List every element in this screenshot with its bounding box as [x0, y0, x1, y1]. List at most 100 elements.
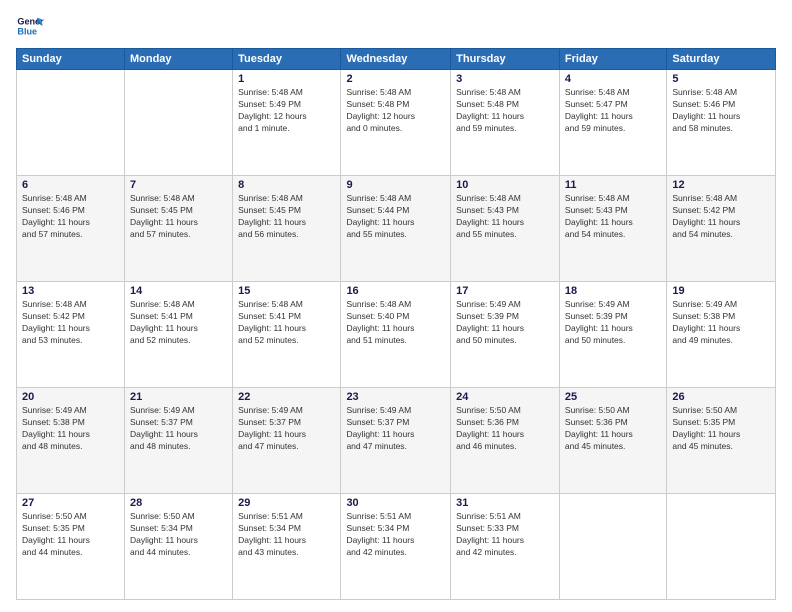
day-detail: Sunrise: 5:51 AMSunset: 5:33 PMDaylight:…: [456, 511, 554, 559]
day-number: 10: [456, 179, 554, 191]
day-header-tuesday: Tuesday: [233, 49, 341, 70]
day-detail: Sunrise: 5:50 AMSunset: 5:35 PMDaylight:…: [672, 405, 770, 453]
calendar-day-20: 20 Sunrise: 5:49 AMSunset: 5:38 PMDayligh…: [17, 388, 125, 494]
day-detail: Sunrise: 5:48 AMSunset: 5:48 PMDaylight:…: [456, 87, 554, 135]
day-detail: Sunrise: 5:49 AMSunset: 5:37 PMDaylight:…: [346, 405, 445, 453]
day-detail: Sunrise: 5:50 AMSunset: 5:36 PMDaylight:…: [565, 405, 661, 453]
day-detail: Sunrise: 5:48 AMSunset: 5:48 PMDaylight:…: [346, 87, 445, 135]
calendar-day-9: 9Sunrise: 5:48 AMSunset: 5:44 PMDaylight…: [341, 176, 451, 282]
calendar-day-4: 4Sunrise: 5:48 AMSunset: 5:47 PMDaylight…: [559, 70, 666, 176]
calendar-day-24: 24 Sunrise: 5:50 AMSunset: 5:36 PMDayligh…: [451, 388, 560, 494]
calendar-day-15: 15Sunrise: 5:48 AMSunset: 5:41 PMDayligh…: [233, 282, 341, 388]
day-detail: Sunrise: 5:50 AMSunset: 5:36 PMDaylight:…: [456, 405, 554, 453]
day-detail: Sunrise: 5:50 AMSunset: 5:34 PMDaylight:…: [130, 511, 227, 559]
day-header-sunday: Sunday: [17, 49, 125, 70]
day-detail: Sunrise: 5:48 AMSunset: 5:41 PMDaylight:…: [130, 299, 227, 347]
empty-day-cell: [124, 70, 232, 176]
calendar-day-27: 27 Sunrise: 5:50 AMSunset: 5:35 PMDayligh…: [17, 494, 125, 600]
day-number: 31: [456, 497, 554, 509]
calendar-week-row: 20 Sunrise: 5:49 AMSunset: 5:38 PMDayligh…: [17, 388, 776, 494]
empty-day-cell: [667, 494, 776, 600]
calendar-day-7: 7Sunrise: 5:48 AMSunset: 5:45 PMDaylight…: [124, 176, 232, 282]
day-detail: Sunrise: 5:49 AMSunset: 5:39 PMDaylight:…: [565, 299, 661, 347]
day-number: 28: [130, 497, 227, 509]
day-number: 2: [346, 73, 445, 85]
calendar-header-row: SundayMondayTuesdayWednesdayThursdayFrid…: [17, 49, 776, 70]
calendar-day-3: 3 Sunrise: 5:48 AMSunset: 5:48 PMDaylight…: [451, 70, 560, 176]
day-number: 8: [238, 179, 335, 191]
calendar-table: SundayMondayTuesdayWednesdayThursdayFrid…: [16, 48, 776, 600]
day-detail: Sunrise: 5:48 AMSunset: 5:46 PMDaylight:…: [22, 193, 119, 241]
calendar-week-row: 6 Sunrise: 5:48 AMSunset: 5:46 PMDaylight…: [17, 176, 776, 282]
empty-day-cell: [559, 494, 666, 600]
day-detail: Sunrise: 5:48 AMSunset: 5:45 PMDaylight:…: [130, 193, 227, 241]
calendar-day-21: 21 Sunrise: 5:49 AMSunset: 5:37 PMDayligh…: [124, 388, 232, 494]
calendar-day-6: 6 Sunrise: 5:48 AMSunset: 5:46 PMDaylight…: [17, 176, 125, 282]
day-number: 5: [672, 73, 770, 85]
svg-text:Blue: Blue: [17, 26, 37, 36]
calendar-week-row: 13Sunrise: 5:48 AMSunset: 5:42 PMDayligh…: [17, 282, 776, 388]
day-number: 3: [456, 73, 554, 85]
calendar-day-1: 1 Sunrise: 5:48 AMSunset: 5:49 PMDaylight…: [233, 70, 341, 176]
general-blue-logo-icon: General Blue: [16, 12, 44, 40]
calendar-day-29: 29Sunrise: 5:51 AMSunset: 5:34 PMDayligh…: [233, 494, 341, 600]
day-header-friday: Friday: [559, 49, 666, 70]
day-detail: Sunrise: 5:49 AMSunset: 5:37 PMDaylight:…: [238, 405, 335, 453]
day-number: 26: [672, 391, 770, 403]
calendar-day-16: 16 Sunrise: 5:48 AMSunset: 5:40 PMDayligh…: [341, 282, 451, 388]
logo: General Blue: [16, 12, 48, 40]
day-detail: Sunrise: 5:49 AMSunset: 5:38 PMDaylight:…: [22, 405, 119, 453]
day-number: 21: [130, 391, 227, 403]
day-header-saturday: Saturday: [667, 49, 776, 70]
day-header-monday: Monday: [124, 49, 232, 70]
calendar-day-23: 23 Sunrise: 5:49 AMSunset: 5:37 PMDayligh…: [341, 388, 451, 494]
day-number: 22: [238, 391, 335, 403]
day-number: 24: [456, 391, 554, 403]
day-number: 6: [22, 179, 119, 191]
calendar-day-5: 5 Sunrise: 5:48 AMSunset: 5:46 PMDaylight…: [667, 70, 776, 176]
calendar-week-row: 27 Sunrise: 5:50 AMSunset: 5:35 PMDayligh…: [17, 494, 776, 600]
day-number: 23: [346, 391, 445, 403]
day-number: 16: [346, 285, 445, 297]
calendar-day-31: 31 Sunrise: 5:51 AMSunset: 5:33 PMDayligh…: [451, 494, 560, 600]
page: General Blue SundayMondayTuesdayWednesda…: [0, 0, 792, 612]
day-header-wednesday: Wednesday: [341, 49, 451, 70]
day-number: 11: [565, 179, 661, 191]
calendar-week-row: 1 Sunrise: 5:48 AMSunset: 5:49 PMDaylight…: [17, 70, 776, 176]
day-header-thursday: Thursday: [451, 49, 560, 70]
calendar-day-25: 25 Sunrise: 5:50 AMSunset: 5:36 PMDayligh…: [559, 388, 666, 494]
day-detail: Sunrise: 5:48 AMSunset: 5:49 PMDaylight:…: [238, 87, 335, 135]
day-detail: Sunrise: 5:48 AMSunset: 5:46 PMDaylight:…: [672, 87, 770, 135]
day-detail: Sunrise: 5:51 AMSunset: 5:34 PMDaylight:…: [346, 511, 445, 559]
day-detail: Sunrise: 5:48 AMSunset: 5:43 PMDaylight:…: [565, 193, 661, 241]
calendar-day-26: 26 Sunrise: 5:50 AMSunset: 5:35 PMDayligh…: [667, 388, 776, 494]
calendar-day-14: 14Sunrise: 5:48 AMSunset: 5:41 PMDayligh…: [124, 282, 232, 388]
day-number: 19: [672, 285, 770, 297]
day-detail: Sunrise: 5:48 AMSunset: 5:41 PMDaylight:…: [238, 299, 335, 347]
day-number: 1: [238, 73, 335, 85]
day-detail: Sunrise: 5:48 AMSunset: 5:45 PMDaylight:…: [238, 193, 335, 241]
day-detail: Sunrise: 5:50 AMSunset: 5:35 PMDaylight:…: [22, 511, 119, 559]
calendar-day-2: 2 Sunrise: 5:48 AMSunset: 5:48 PMDaylight…: [341, 70, 451, 176]
day-number: 25: [565, 391, 661, 403]
day-detail: Sunrise: 5:48 AMSunset: 5:47 PMDaylight:…: [565, 87, 661, 135]
calendar-day-17: 17Sunrise: 5:49 AMSunset: 5:39 PMDayligh…: [451, 282, 560, 388]
day-detail: Sunrise: 5:48 AMSunset: 5:44 PMDaylight:…: [346, 193, 445, 241]
day-detail: Sunrise: 5:49 AMSunset: 5:38 PMDaylight:…: [672, 299, 770, 347]
day-number: 18: [565, 285, 661, 297]
day-number: 13: [22, 285, 119, 297]
header: General Blue: [16, 12, 776, 40]
calendar-day-11: 11 Sunrise: 5:48 AMSunset: 5:43 PMDayligh…: [559, 176, 666, 282]
calendar-day-12: 12 Sunrise: 5:48 AMSunset: 5:42 PMDayligh…: [667, 176, 776, 282]
calendar-day-22: 22 Sunrise: 5:49 AMSunset: 5:37 PMDayligh…: [233, 388, 341, 494]
day-detail: Sunrise: 5:48 AMSunset: 5:40 PMDaylight:…: [346, 299, 445, 347]
day-detail: Sunrise: 5:49 AMSunset: 5:37 PMDaylight:…: [130, 405, 227, 453]
day-number: 12: [672, 179, 770, 191]
calendar-day-18: 18 Sunrise: 5:49 AMSunset: 5:39 PMDayligh…: [559, 282, 666, 388]
day-number: 30: [346, 497, 445, 509]
day-number: 27: [22, 497, 119, 509]
calendar-day-28: 28 Sunrise: 5:50 AMSunset: 5:34 PMDayligh…: [124, 494, 232, 600]
day-detail: Sunrise: 5:48 AMSunset: 5:42 PMDaylight:…: [672, 193, 770, 241]
calendar-day-8: 8 Sunrise: 5:48 AMSunset: 5:45 PMDaylight…: [233, 176, 341, 282]
day-number: 20: [22, 391, 119, 403]
